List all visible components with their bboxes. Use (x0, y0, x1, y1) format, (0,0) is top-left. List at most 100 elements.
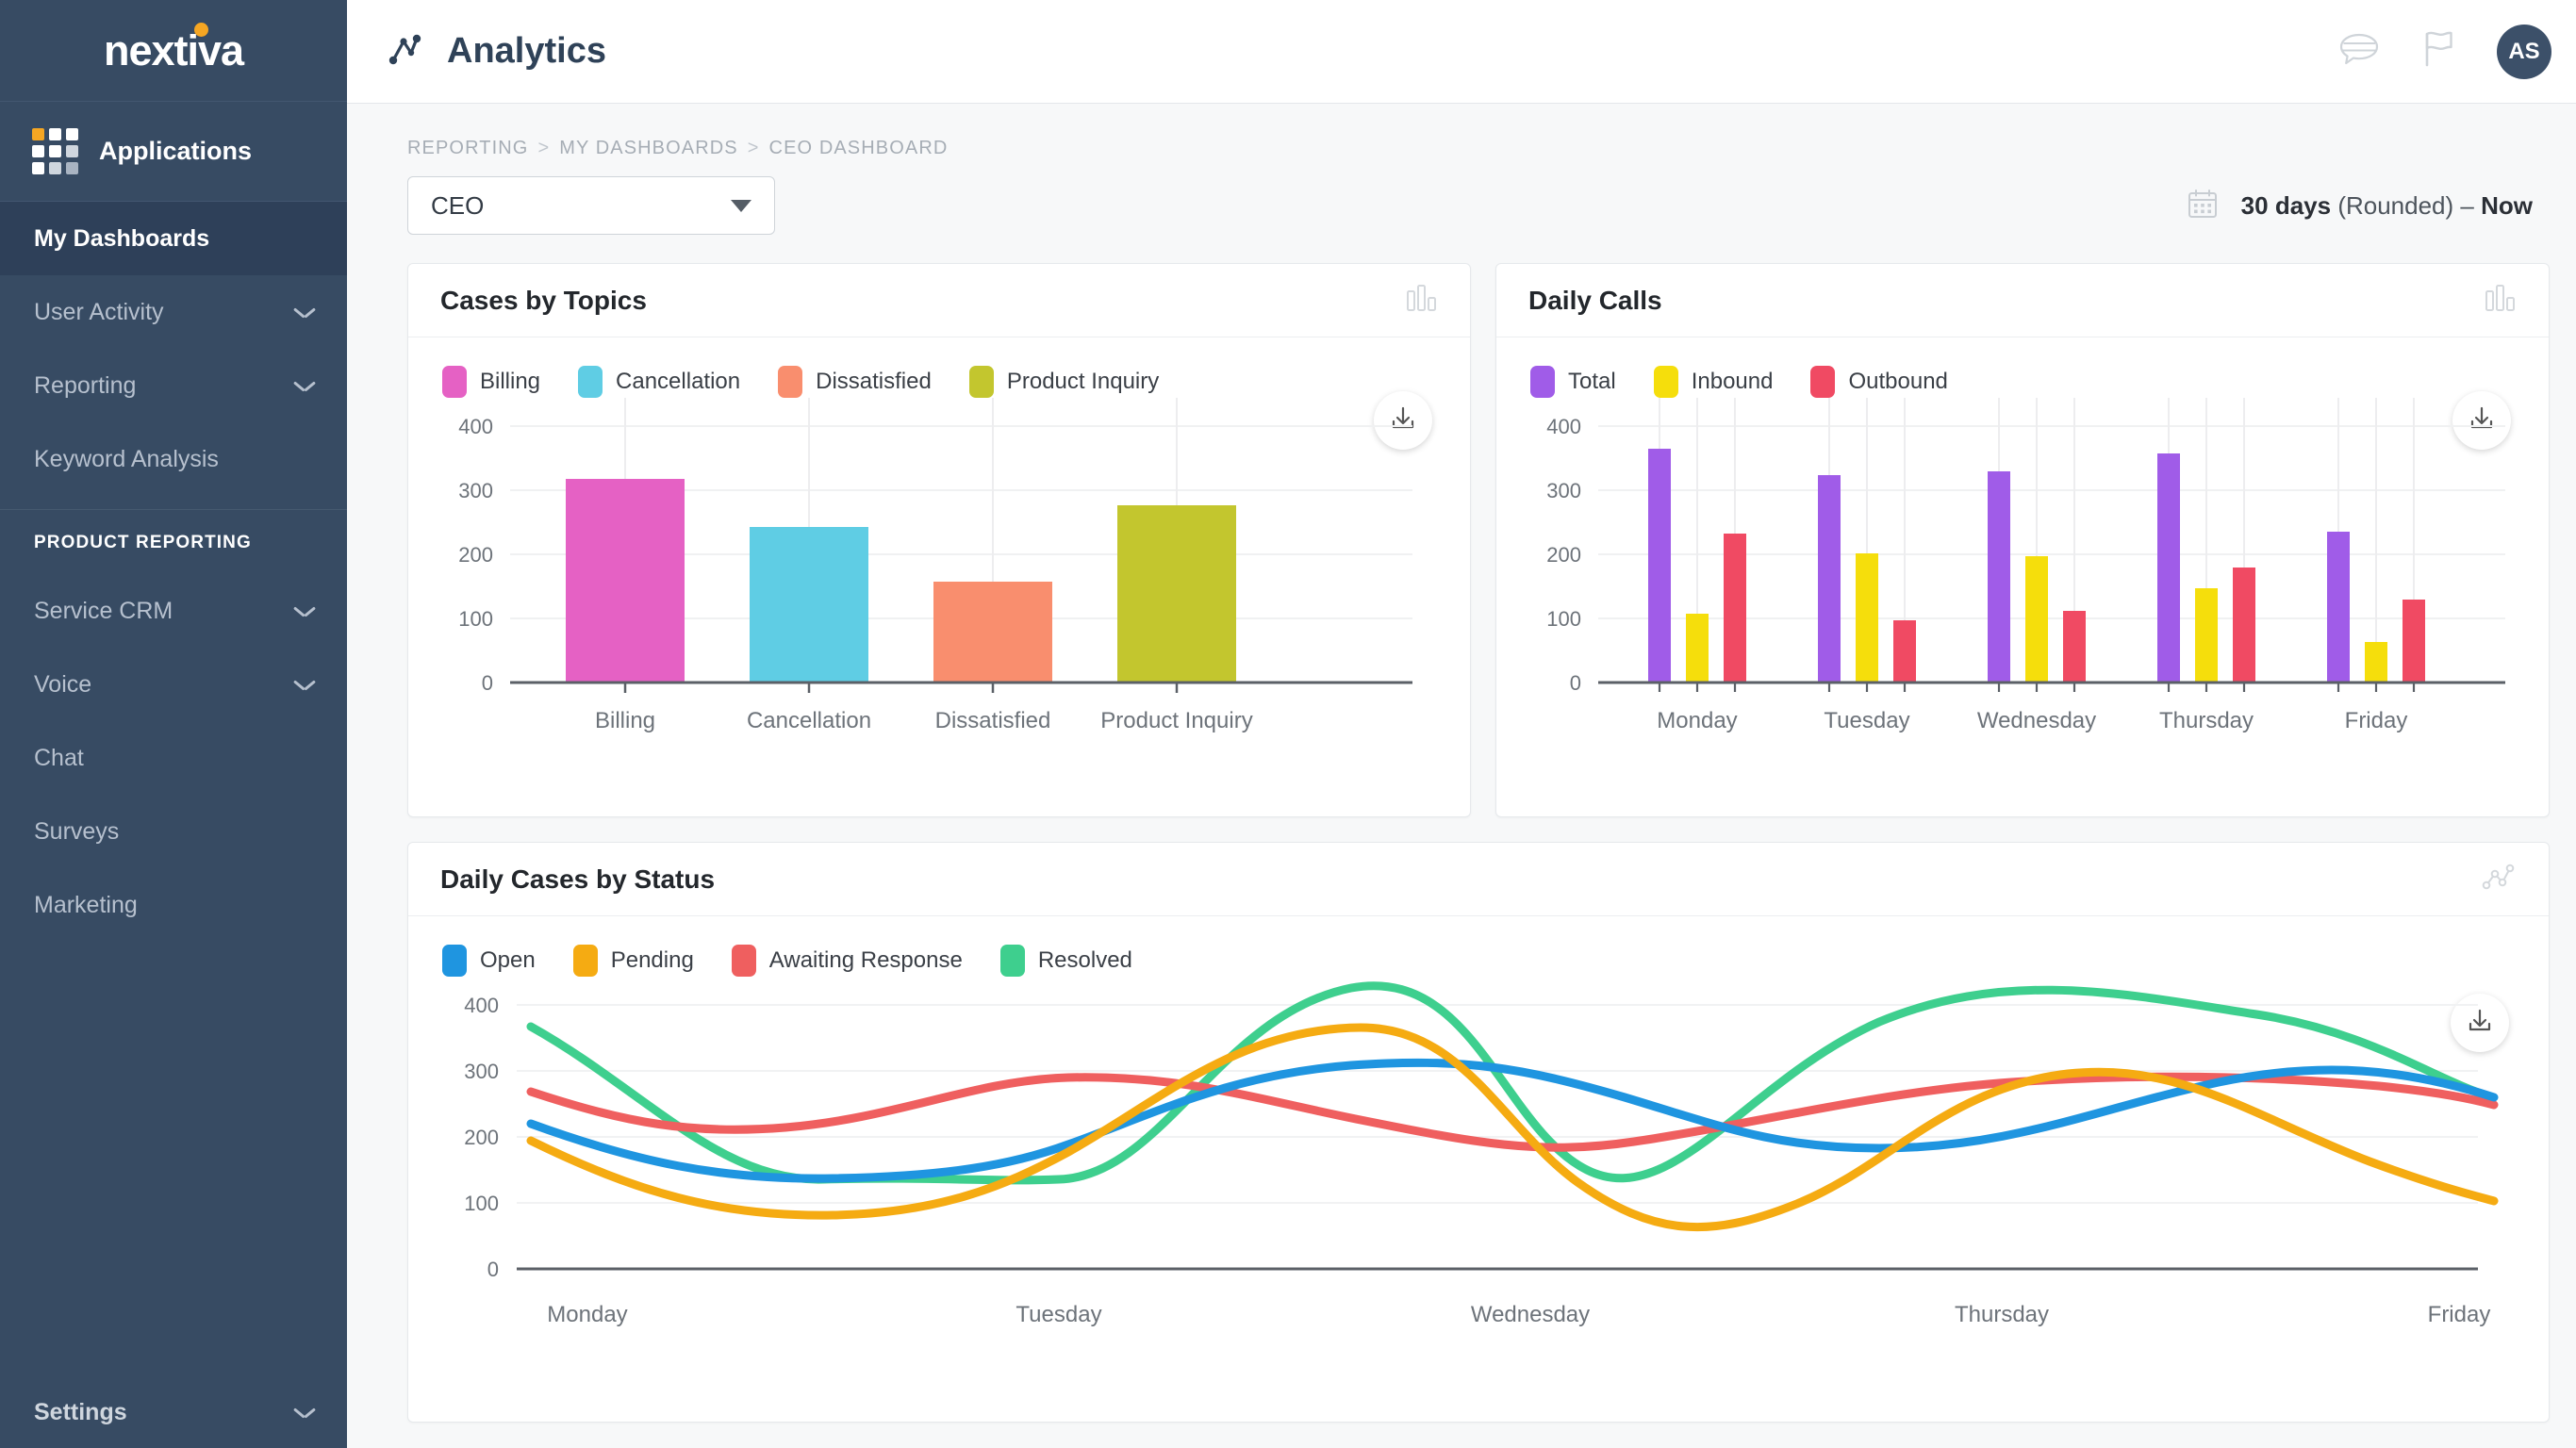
legend-swatch (578, 366, 603, 398)
svg-text:200: 200 (458, 543, 493, 567)
chevron-down-icon (294, 605, 315, 617)
svg-text:400: 400 (1546, 415, 1581, 438)
line-pending (526, 1023, 2499, 1232)
legend-label: Inbound (1691, 369, 1774, 394)
sidebar-item-marketing[interactable]: Marketing (0, 868, 347, 942)
legend-label: Billing (480, 369, 541, 394)
legend-item[interactable]: Billing (442, 366, 540, 398)
legend-swatch (1530, 366, 1555, 398)
line-chart-icon[interactable] (2481, 862, 2517, 897)
breadcrumb-item-ceo-dashboard[interactable]: CEO DASHBOARD (769, 138, 949, 159)
card-title: Cases by Topics (440, 285, 647, 315)
legend-item[interactable]: Dissatisfied (778, 366, 932, 398)
sidebar-item-surveys[interactable]: Surveys (0, 795, 347, 868)
svg-text:Monday: Monday (1657, 708, 1737, 733)
chevron-down-icon (294, 380, 315, 391)
sidebar-item-user-activity[interactable]: User Activity (0, 275, 347, 349)
legend-label: Outbound (1848, 369, 1948, 394)
sidebar-divider (0, 509, 347, 510)
date-range-rounded: (Rounded) (2337, 190, 2454, 220)
sidebar-item-service-crm[interactable]: Service CRM (0, 574, 347, 648)
svg-text:300: 300 (458, 479, 493, 502)
svg-text:Thursday: Thursday (1955, 1302, 2049, 1327)
svg-text:Friday: Friday (2428, 1302, 2491, 1327)
page-title: Analytics (447, 31, 606, 71)
legend-item[interactable]: Inbound (1653, 366, 1774, 398)
legend-daily-cases-by-status: Open Pending Awaiting Response Resolved (408, 916, 2549, 977)
sidebar-item-label: Chat (34, 744, 84, 771)
avatar-initials: AS (2508, 38, 2540, 64)
legend-swatch (968, 366, 994, 398)
charts-row-top: Cases by Topics Billing Cancellation Dis… (385, 235, 2550, 817)
legend-swatch (1653, 366, 1678, 398)
bar-chart-icon[interactable] (2485, 284, 2517, 317)
svg-text:Product Inquiry: Product Inquiry (1100, 708, 1252, 733)
sidebar-item-label: Marketing (34, 891, 138, 918)
legend-item[interactable]: Product Inquiry (968, 366, 1159, 398)
svg-text:Cancellation: Cancellation (747, 708, 871, 733)
breadcrumb-item-reporting[interactable]: REPORTING (407, 138, 528, 159)
sidebar-item-label: Voice (34, 670, 92, 698)
brand-logo[interactable]: nextiva (0, 0, 347, 102)
dashboard-select[interactable]: CEO (407, 176, 775, 235)
legend-item[interactable]: Resolved (999, 945, 1132, 977)
sidebar-item-label: Reporting (34, 371, 137, 399)
sidebar: nextiva Applications My Dashboards User … (0, 0, 347, 1448)
card-header: Cases by Topics (408, 264, 1470, 337)
legend-swatch (572, 945, 598, 977)
breadcrumb-item-my-dashboards[interactable]: MY DASHBOARDS (559, 138, 738, 159)
flag-icon[interactable] (2421, 29, 2455, 74)
sidebar-item-reporting[interactable]: Reporting (0, 349, 347, 422)
svg-text:Monday: Monday (547, 1302, 627, 1327)
legend-item[interactable]: Awaiting Response (731, 945, 963, 977)
topbar: Analytics AS (347, 0, 2576, 104)
legend-swatch (1810, 366, 1836, 398)
date-range-now: Now (2481, 190, 2533, 220)
legend-item[interactable]: Total (1530, 366, 1616, 398)
app-root: nextiva Applications My Dashboards User … (0, 0, 2576, 1448)
content: REPORTING > MY DASHBOARDS > CEO DASHBOAR… (347, 104, 2576, 1448)
svg-text:400: 400 (458, 415, 493, 438)
sidebar-item-settings[interactable]: Settings (0, 1376, 347, 1448)
svg-text:300: 300 (1546, 479, 1581, 502)
svg-text:0: 0 (482, 671, 493, 695)
date-range-days: 30 days (2240, 190, 2332, 220)
date-range-picker[interactable]: 30 days (Rounded) – Now (2187, 188, 2550, 224)
legend-item[interactable]: Open (442, 945, 536, 977)
legend-label: Resolved (1037, 947, 1132, 973)
legend-label: Dissatisfied (816, 369, 932, 394)
avatar[interactable]: AS (2497, 24, 2551, 79)
svg-text:400: 400 (464, 994, 499, 1017)
svg-text:Thursday: Thursday (2159, 708, 2254, 733)
sidebar-item-my-dashboards[interactable]: My Dashboards (0, 202, 347, 275)
sidebar-item-label: User Activity (34, 298, 164, 325)
svg-text:300: 300 (464, 1060, 499, 1083)
bar-billing (566, 479, 685, 683)
bar-product-inquiry (1117, 505, 1236, 683)
sidebar-item-keyword-analysis[interactable]: Keyword Analysis (0, 422, 347, 496)
applications-label: Applications (99, 137, 253, 165)
date-range-dash: – (2460, 190, 2474, 220)
plot-cases-by-topics: 400 300 200 100 0 Billing Cancellation D… (408, 398, 1470, 737)
bar-chart-icon[interactable] (1406, 284, 1438, 317)
sidebar-item-chat[interactable]: Chat (0, 721, 347, 795)
brand-name: nextiva (103, 25, 244, 74)
svg-text:Billing: Billing (595, 708, 655, 733)
sidebar-item-label: Service CRM (34, 597, 173, 624)
chat-bubble-icon[interactable] (2338, 31, 2380, 72)
applications-button[interactable]: Applications (0, 102, 347, 202)
calendar-icon (2187, 188, 2219, 224)
legend-item[interactable]: Pending (572, 945, 694, 977)
analytics-icon (385, 28, 426, 74)
legend-item[interactable]: Cancellation (578, 366, 740, 398)
svg-text:100: 100 (464, 1192, 499, 1215)
controls-row: CEO 30 days (Rounded) – Now (385, 159, 2550, 235)
sidebar-item-label: My Dashboards (34, 224, 210, 252)
breadcrumb-separator: > (747, 138, 760, 158)
card-daily-cases-by-status: Daily Cases by Status Open Pending Await… (407, 842, 2550, 1423)
legend-item[interactable]: Outbound (1810, 366, 1948, 398)
legend-label: Open (480, 947, 536, 973)
svg-text:Tuesday: Tuesday (1016, 1302, 1101, 1327)
chevron-down-icon (294, 1407, 315, 1418)
sidebar-item-voice[interactable]: Voice (0, 648, 347, 721)
